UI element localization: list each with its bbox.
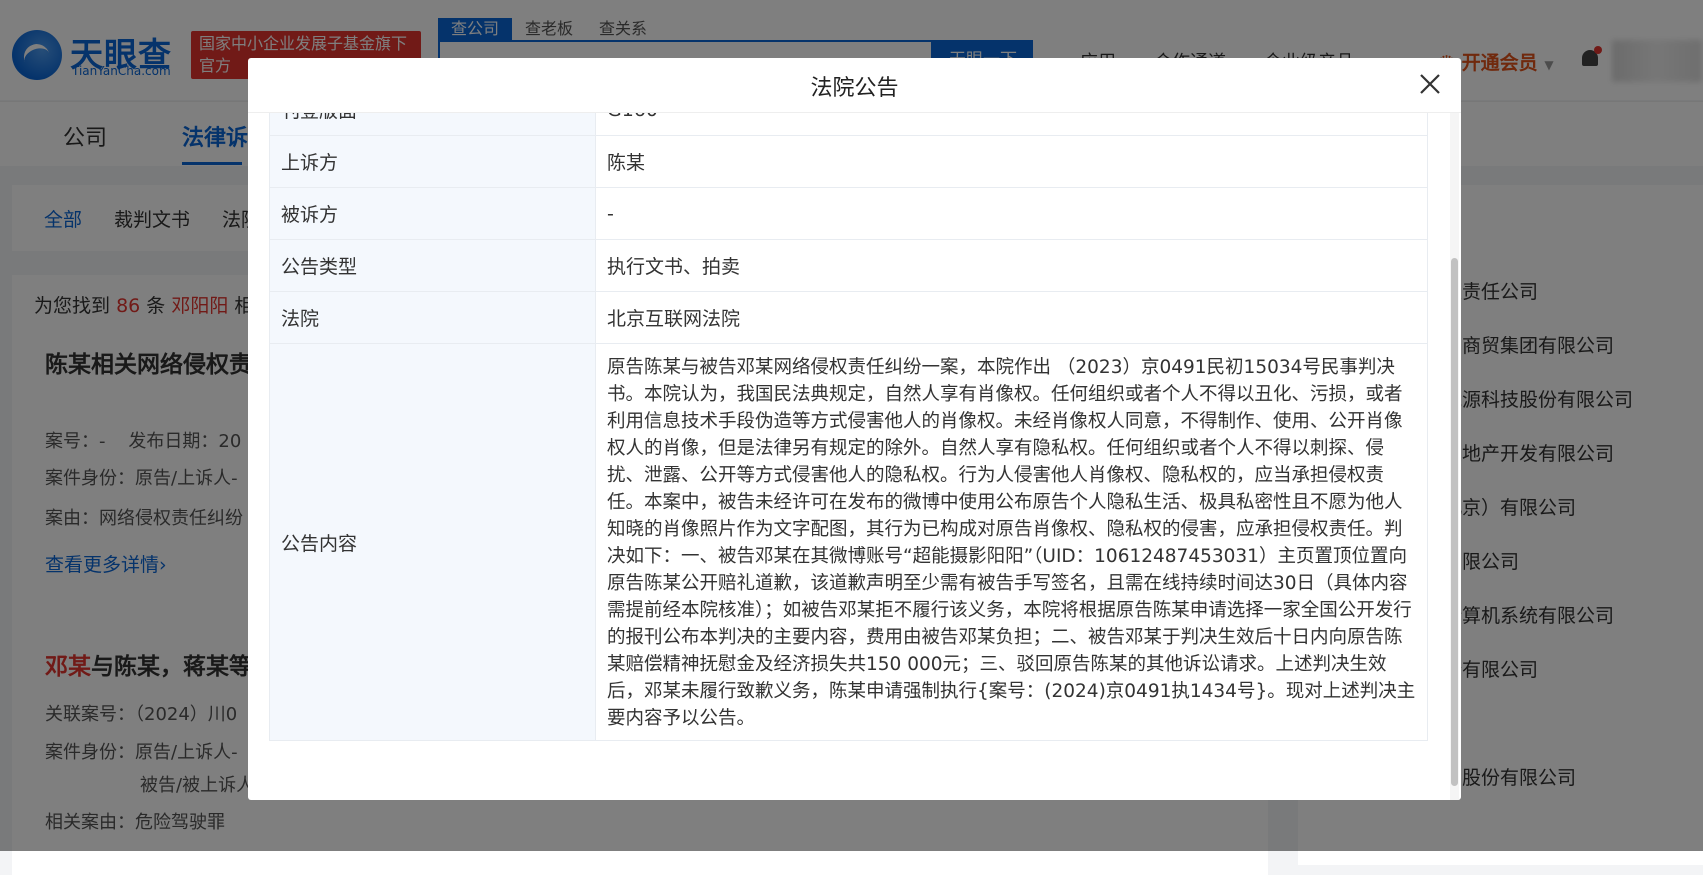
row-value: 执行文书、拍卖	[595, 239, 1428, 292]
row-value: G160	[595, 113, 1428, 136]
row-label: 公告内容	[269, 343, 596, 741]
close-icon[interactable]	[1418, 72, 1442, 96]
table-row: 上诉方 陈某	[269, 135, 1428, 188]
row-value: 北京互联网法院	[595, 291, 1428, 344]
scrollbar-thumb[interactable]	[1451, 258, 1458, 786]
row-value: 陈某	[595, 135, 1428, 188]
modal-scrollbar[interactable]	[1450, 113, 1459, 800]
court-notice-modal: 法院公告 刊登版面 G160 上诉方 陈某 被诉方 - 公告类型 执行文书、拍卖	[248, 58, 1461, 800]
row-label: 上诉方	[269, 135, 596, 188]
table-row: 被诉方 -	[269, 187, 1428, 240]
row-label: 公告类型	[269, 239, 596, 292]
notice-detail-table: 刊登版面 G160 上诉方 陈某 被诉方 - 公告类型 执行文书、拍卖 法院 北…	[269, 113, 1428, 741]
row-label: 刊登版面	[269, 113, 596, 136]
table-row-content: 公告内容 原告陈某与被告邓某网络侵权责任纠纷一案，本院作出 （2023）京049…	[269, 343, 1428, 741]
notice-content: 原告陈某与被告邓某网络侵权责任纠纷一案，本院作出 （2023）京0491民初15…	[595, 343, 1428, 741]
modal-header: 法院公告	[248, 58, 1461, 113]
row-value: -	[595, 187, 1428, 240]
modal-body: 刊登版面 G160 上诉方 陈某 被诉方 - 公告类型 执行文书、拍卖 法院 北…	[269, 113, 1434, 800]
modal-title: 法院公告	[810, 76, 899, 101]
row-label: 被诉方	[269, 187, 596, 240]
table-row: 刊登版面 G160	[269, 113, 1428, 136]
row-label: 法院	[269, 291, 596, 344]
table-row: 公告类型 执行文书、拍卖	[269, 239, 1428, 292]
table-row: 法院 北京互联网法院	[269, 291, 1428, 344]
